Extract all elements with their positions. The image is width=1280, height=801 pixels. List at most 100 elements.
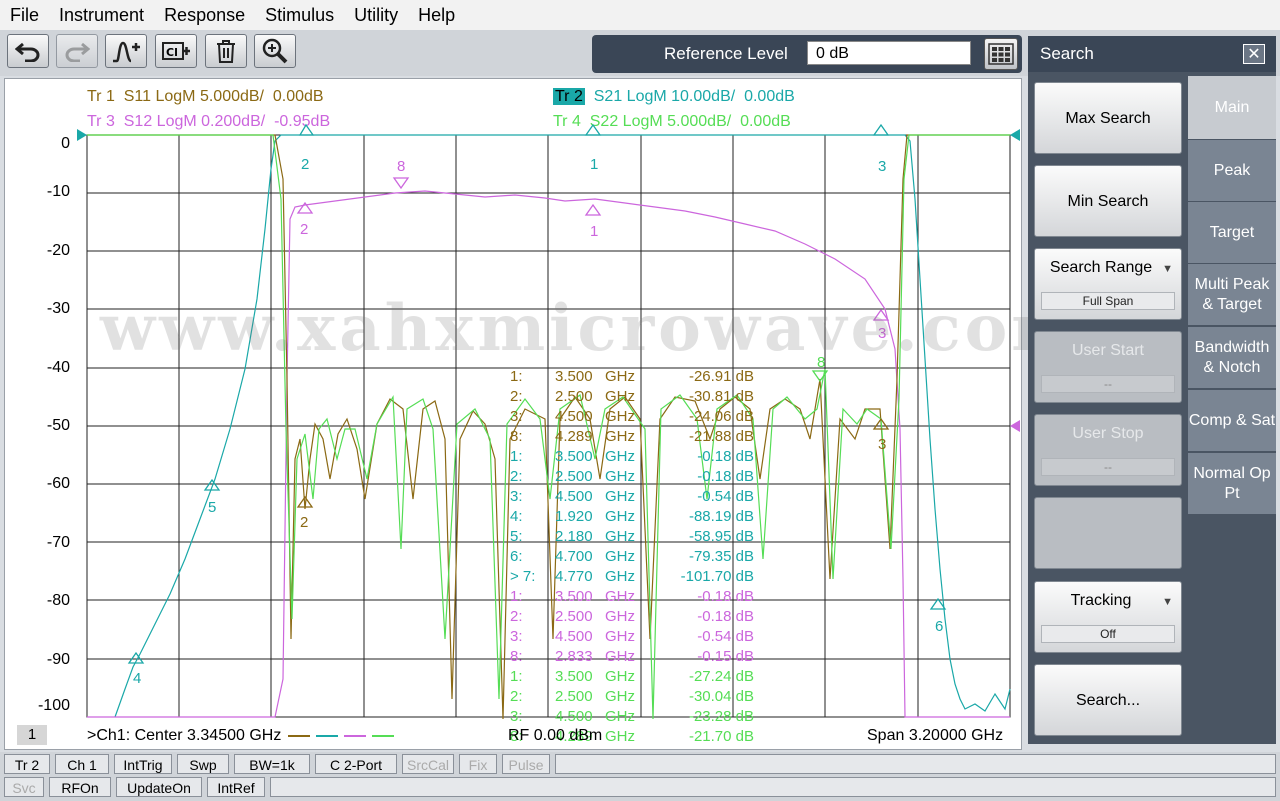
close-icon[interactable]: ✕ [1243, 44, 1265, 64]
search-dialog-button[interactable]: Search... [1034, 664, 1182, 736]
marker-label: 2 [300, 514, 309, 531]
menu-response[interactable]: Response [164, 5, 245, 26]
status-bandwidth[interactable]: BW=1k [234, 754, 310, 774]
status-int-ref[interactable]: IntRef [207, 777, 265, 797]
marker-readout-n: 8: [510, 648, 523, 665]
marker-readout-f: 2.500 [555, 388, 593, 405]
redo-icon [65, 42, 90, 62]
status-calibration[interactable]: C 2-Port [315, 754, 397, 774]
add-marker-icon [113, 41, 140, 63]
menu-file[interactable]: File [10, 5, 39, 26]
tab-bandwidth-notch[interactable]: Bandwidth & Notch [1188, 327, 1276, 389]
menu-bar: File Instrument Response Stimulus Utilit… [0, 0, 1280, 30]
search-panel-title: Search [1028, 36, 1276, 72]
zoom-button[interactable] [254, 34, 296, 68]
user-stop-button: User Stop -- [1034, 414, 1182, 486]
marker-readout-v: -0.15 dB [697, 648, 754, 665]
menu-utility[interactable]: Utility [354, 5, 398, 26]
empty-softkey [1034, 497, 1182, 569]
center-frequency-readout[interactable]: >Ch1: Center 3.34500 GHz [87, 727, 396, 745]
keypad-button[interactable] [984, 38, 1018, 70]
tab-normal-op-pt[interactable]: Normal Op Pt [1188, 453, 1276, 515]
marker-label: 2 [300, 221, 309, 238]
marker-readout-u: GHz [605, 508, 635, 525]
marker-s12-8 [392, 177, 410, 190]
marker-label: 2 [301, 156, 310, 173]
status-trace[interactable]: Tr 2 [4, 754, 50, 774]
status-rf-on[interactable]: RFOn [49, 777, 111, 797]
marker-readout-v: -0.18 dB [697, 468, 754, 485]
tab-multi-peak-target[interactable]: Multi Peak & Target [1188, 264, 1276, 326]
user-start-value: -- [1041, 375, 1175, 393]
min-search-button[interactable]: Min Search [1034, 165, 1182, 237]
marker-readout-n: 5: [510, 528, 523, 545]
user-start-button: User Start -- [1034, 331, 1182, 403]
marker-label: 1 [590, 223, 599, 240]
marker-readout-v: -0.18 dB [697, 448, 754, 465]
reference-level-input[interactable]: 0 dB [807, 41, 971, 65]
span-readout[interactable]: Span 3.20000 GHz [867, 727, 1003, 745]
marker-readout-f: 3.500 [555, 588, 593, 605]
marker-readout-n: 8: [510, 428, 523, 445]
user-stop-value: -- [1041, 458, 1175, 476]
measurement-plot[interactable]: Tr 1 S11 LogM 5.000dB/ 0.00dB Tr 2 S21 L… [4, 78, 1079, 750]
tab-target[interactable]: Target [1188, 202, 1276, 264]
redo-button[interactable] [56, 34, 98, 68]
add-marker-button[interactable] [105, 34, 147, 68]
status-pulse[interactable]: Pulse [502, 754, 550, 774]
tab-peak[interactable]: Peak [1188, 140, 1276, 202]
search-range-button[interactable]: Search Range ▼ Full Span [1034, 248, 1182, 320]
right-reference-marker-s12 [1010, 420, 1020, 432]
marker-readout-u: GHz [605, 488, 635, 505]
tab-comp-sat[interactable]: Comp & Sat [1188, 390, 1276, 452]
marker-readout-u: GHz [605, 388, 635, 405]
marker-readout-f: 4.500 [555, 408, 593, 425]
marker-readout-u: GHz [605, 408, 635, 425]
channel-number-box[interactable]: 1 [17, 725, 47, 745]
max-search-button[interactable]: Max Search [1034, 82, 1182, 154]
delete-button[interactable] [205, 34, 247, 68]
status-svc[interactable]: Svc [4, 777, 44, 797]
menu-instrument[interactable]: Instrument [59, 5, 144, 26]
search-range-value: Full Span [1041, 292, 1175, 310]
status-sweep[interactable]: Swp [177, 754, 229, 774]
marker-readout-u: GHz [605, 468, 635, 485]
marker-label: 1 [590, 156, 599, 173]
menu-stimulus[interactable]: Stimulus [265, 5, 334, 26]
status-fix[interactable]: Fix [459, 754, 497, 774]
marker-label: 8 [397, 158, 406, 175]
marker-readout-n: 4: [510, 508, 523, 525]
marker-readout-row: 1: 3.500 GHz -0.18 dB [510, 447, 754, 467]
clear-trace-button[interactable]: Cl [155, 34, 197, 68]
marker-readout-n: > 7: [510, 568, 536, 585]
tab-main[interactable]: Main [1188, 76, 1276, 140]
rf-power-readout[interactable]: RF 0.00 dBm [508, 727, 602, 745]
status-update-on[interactable]: UpdateOn [116, 777, 202, 797]
reference-level-label: Reference Level [664, 44, 788, 63]
undo-button[interactable] [7, 34, 49, 68]
status-channel[interactable]: Ch 1 [55, 754, 109, 774]
left-reference-marker [77, 129, 87, 141]
marker-readout-u: GHz [605, 588, 635, 605]
marker-label: 3 [878, 436, 887, 453]
status-srccal[interactable]: SrcCal [402, 754, 454, 774]
marker-s21-2 [298, 123, 315, 136]
marker-readout-u: GHz [605, 648, 635, 665]
marker-readout-row: 8: 4.289 GHz -21.88 dB [510, 427, 754, 447]
marker-readout-u: GHz [605, 688, 635, 705]
marker-readout-row: 2: 2.500 GHz -0.18 dB [510, 607, 754, 627]
marker-readout-f: 4.500 [555, 628, 593, 645]
undo-icon [15, 42, 40, 62]
tracking-button[interactable]: Tracking ▼ Off [1034, 581, 1182, 653]
marker-readout-v: -27.24 dB [688, 668, 754, 685]
marker-s21-3 [872, 123, 890, 136]
clear-icon: Cl [162, 42, 190, 60]
chevron-down-icon: ▼ [1162, 263, 1173, 275]
marker-readout-u: GHz [605, 668, 635, 685]
marker-readout-u: GHz [605, 368, 635, 385]
status-trigger[interactable]: IntTrig [114, 754, 172, 774]
marker-readout-table: 1: 3.500 GHz -26.91 dB 2: 2.500 GHz -30.81 dB 3:… [510, 367, 754, 747]
marker-readout-f: 2.180 [555, 528, 593, 545]
marker-readout-u: GHz [605, 728, 635, 745]
menu-help[interactable]: Help [418, 5, 455, 26]
